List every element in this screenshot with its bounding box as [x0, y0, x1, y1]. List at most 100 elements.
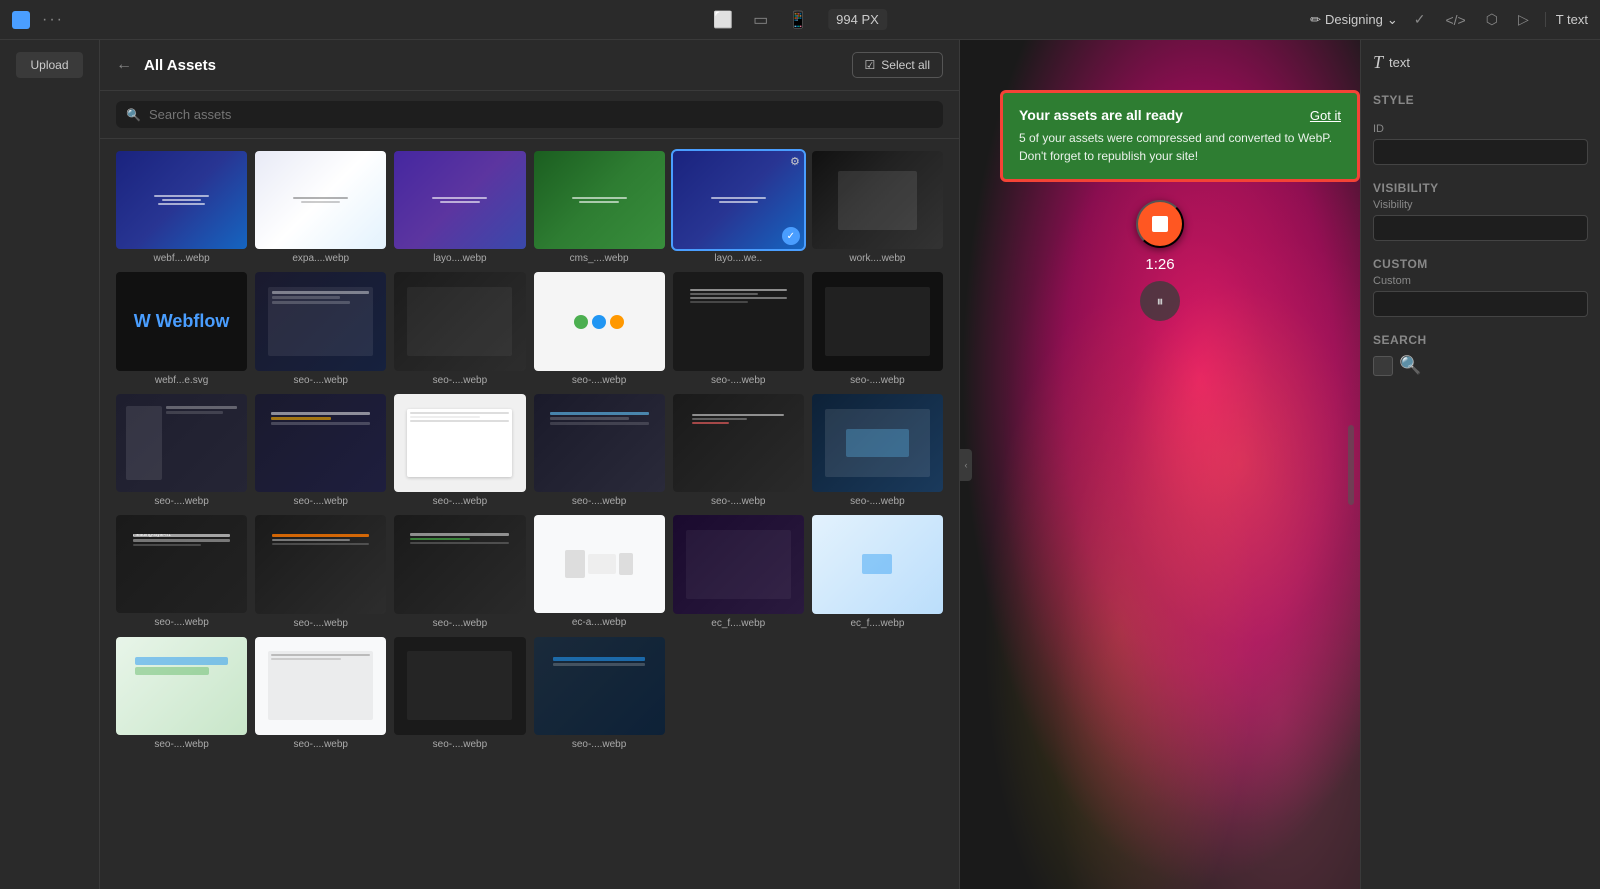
id-section: ID [1373, 123, 1588, 165]
list-item[interactable]: seo-....webp [116, 637, 247, 750]
list-item[interactable]: Heading-style-h1 seo-....webp [116, 515, 247, 628]
style-label: Style [1373, 93, 1588, 107]
asset-label: seo-....webp [116, 617, 247, 628]
asset-label: seo-....webp [812, 496, 943, 507]
asset-label: seo-....webp [255, 496, 386, 507]
select-all-label: Select all [881, 58, 930, 72]
search-magnify-icon: 🔍 [1399, 355, 1421, 376]
list-item[interactable]: ec_f....webp [673, 515, 804, 628]
list-item[interactable]: seo-....webp [673, 394, 804, 507]
list-item[interactable]: seo-....webp [255, 394, 386, 507]
asset-label: seo-....webp [673, 375, 804, 386]
list-item[interactable]: ec-a....webp [534, 515, 665, 628]
list-item[interactable]: seo-....webp [255, 272, 386, 385]
scrollbar[interactable] [1348, 425, 1354, 505]
id-input[interactable] [1373, 139, 1588, 165]
preview-area: 1:26 ⏸ Your assets are all ready Got it … [960, 40, 1360, 889]
top-bar-left: ··· [12, 11, 64, 29]
list-item[interactable]: seo-....webp [534, 394, 665, 507]
list-item[interactable]: seo-....webp [394, 272, 525, 385]
list-item[interactable]: seo-....webp [534, 272, 665, 385]
more-options-icon[interactable]: ··· [42, 11, 64, 29]
code-icon[interactable]: </> [1441, 8, 1469, 32]
asset-thumbnail: W Webflow [116, 272, 247, 370]
asset-label: seo-....webp [394, 739, 525, 750]
asset-thumbnail [116, 151, 247, 249]
list-item[interactable]: seo-....webp [255, 637, 386, 750]
design-mode-selector[interactable]: ✏ Designing ⌄ [1310, 12, 1398, 28]
pause-recording-button[interactable]: ⏸ [1140, 281, 1180, 321]
visibility-input[interactable] [1373, 215, 1588, 241]
list-item[interactable]: layo....webp [394, 151, 525, 264]
list-item[interactable]: expa....webp [255, 151, 386, 264]
desktop-icon[interactable]: ⬜ [713, 10, 733, 30]
list-item[interactable]: work....webp [812, 151, 943, 264]
select-all-button[interactable]: ☑ Select all [852, 52, 943, 78]
got-it-button[interactable]: Got it [1310, 108, 1341, 123]
asset-thumbnail [812, 515, 943, 613]
check-circle-icon[interactable]: ✓ [1410, 7, 1430, 32]
asset-thumbnail [255, 515, 386, 613]
list-item[interactable]: seo-....webp [116, 394, 247, 507]
asset-thumbnail [534, 515, 665, 613]
asset-label: layo....we.. [673, 253, 804, 264]
list-item[interactable]: seo-....webp [534, 637, 665, 750]
mobile-icon[interactable]: 📱 [788, 10, 808, 30]
asset-thumbnail [673, 272, 804, 370]
asset-label: seo-....webp [394, 496, 525, 507]
top-bar: ··· ⬜ ▭ 📱 994 PX ✏ Designing ⌄ ✓ </> ⬡ ▷… [0, 0, 1600, 40]
list-item[interactable]: seo-....webp [812, 272, 943, 385]
list-item[interactable]: cms_....webp [534, 151, 665, 264]
asset-thumbnail [116, 637, 247, 735]
asset-label: seo-....webp [534, 375, 665, 386]
asset-label: ec_f....webp [673, 618, 804, 629]
notification-header: Your assets are all ready Got it [1019, 107, 1341, 123]
search-checkbox[interactable] [1373, 356, 1393, 376]
search-section: Search 🔍 [1373, 333, 1588, 376]
custom-input[interactable] [1373, 291, 1588, 317]
stop-icon [1152, 216, 1168, 232]
asset-label: seo-....webp [116, 739, 247, 750]
asset-label: ec-a....webp [534, 617, 665, 628]
list-item[interactable]: ec_f....webp [812, 515, 943, 628]
search-wrapper: 🔍 [116, 101, 943, 128]
assets-grid-container[interactable]: webf....webp expa....webp layo....webp [100, 139, 959, 889]
back-button[interactable]: ← [116, 56, 132, 74]
timer-display: 1:26 [1145, 256, 1174, 273]
assets-panel: ← All Assets ☑ Select all 🔍 webf....web [100, 40, 960, 889]
list-item[interactable]: seo-....webp [255, 515, 386, 628]
type-indicator: T text [1373, 52, 1588, 73]
list-item[interactable]: W Webflow webf...e.svg [116, 272, 247, 385]
upload-button[interactable]: Upload [16, 52, 82, 78]
asset-label: webf....webp [116, 253, 247, 264]
asset-label: seo-....webp [394, 618, 525, 629]
asset-thumbnail [534, 151, 665, 249]
selected-check-icon: ✓ [782, 227, 800, 245]
list-item[interactable]: seo-....webp [394, 637, 525, 750]
stop-recording-button[interactable] [1136, 200, 1184, 248]
asset-thumbnail [394, 394, 525, 492]
list-item[interactable]: seo-....webp [812, 394, 943, 507]
list-item[interactable]: seo-....webp [394, 515, 525, 628]
list-item[interactable]: webf....webp [116, 151, 247, 264]
app-icon [12, 11, 30, 29]
custom-title: Custom [1373, 257, 1588, 271]
asset-label: webf...e.svg [116, 375, 247, 386]
id-label: ID [1373, 123, 1588, 135]
list-item[interactable]: seo-....webp [673, 272, 804, 385]
asset-label: cms_....webp [534, 253, 665, 264]
chevron-icon: ⌄ [1387, 12, 1398, 28]
list-item[interactable]: seo-....webp [394, 394, 525, 507]
pencil-icon: ✏ [1310, 12, 1321, 28]
asset-thumbnail [255, 272, 386, 370]
pause-icon: ⏸ [1157, 293, 1164, 310]
asset-thumbnail [812, 272, 943, 370]
search-input[interactable] [149, 107, 933, 122]
collapse-panel-button[interactable]: ‹ [960, 449, 972, 481]
play-icon[interactable]: ▷ [1514, 7, 1533, 32]
tablet-landscape-icon[interactable]: ▭ [753, 10, 768, 30]
list-item[interactable]: ⚙ ✓ layo....we.. [673, 151, 804, 264]
share-icon[interactable]: ⬡ [1482, 7, 1502, 32]
assets-header: ← All Assets ☑ Select all [100, 40, 959, 91]
custom-label: Custom [1373, 275, 1588, 287]
